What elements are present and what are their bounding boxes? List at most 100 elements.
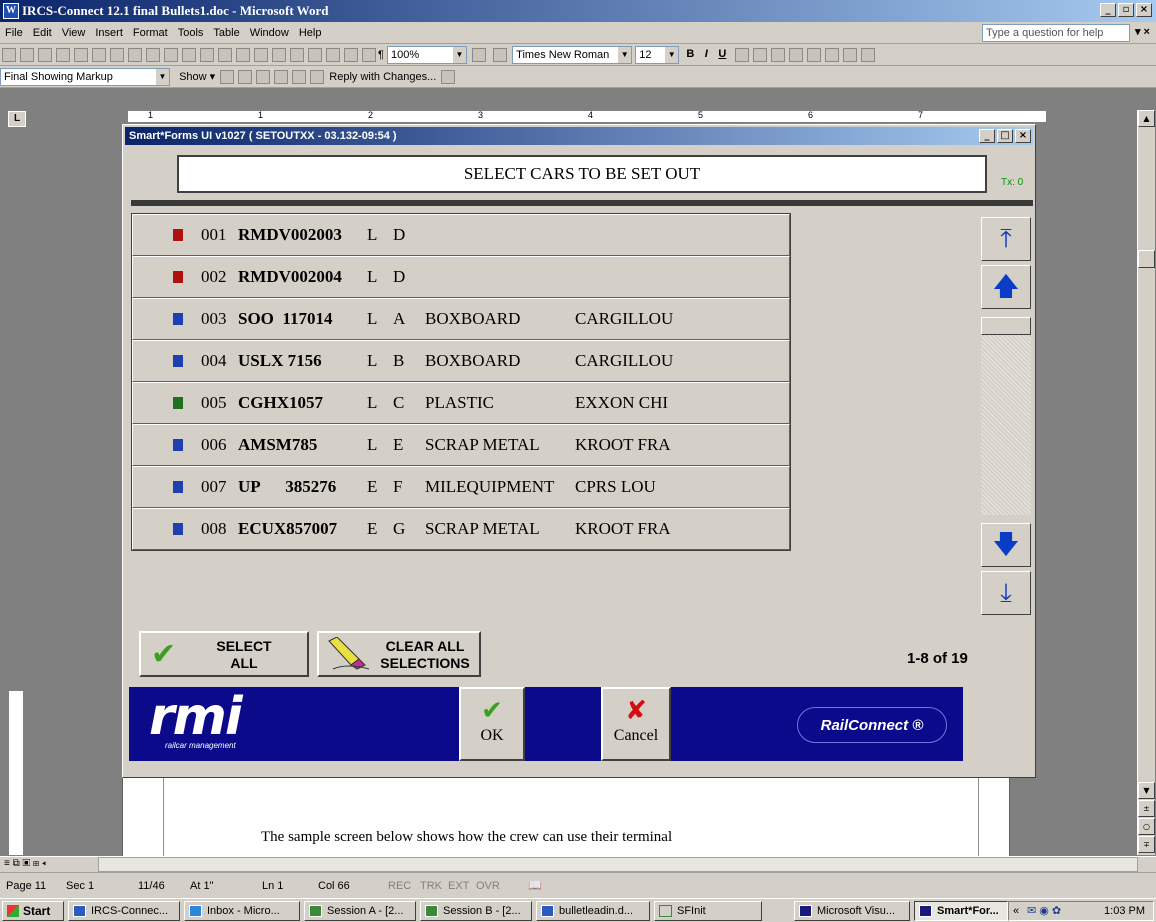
menu-format[interactable]: Format	[128, 22, 173, 41]
spelling-icon[interactable]	[128, 48, 142, 62]
start-button[interactable]: Start	[2, 901, 64, 921]
car-row[interactable]: 007 UP 385276 E F MILEQUIPMENT CPRS LOU	[132, 466, 790, 508]
print-icon[interactable]	[92, 48, 106, 62]
font-color-icon[interactable]	[861, 48, 876, 62]
list-scroll-thumb[interactable]	[981, 317, 1031, 335]
previous-page-icon[interactable]: ±	[1138, 800, 1155, 817]
copy-icon[interactable]	[164, 48, 178, 62]
task-sfinit[interactable]: SFInit	[654, 901, 762, 921]
preview-icon[interactable]	[110, 48, 124, 62]
spelling-status-icon[interactable]: 📖	[528, 873, 542, 899]
task-ircs-connect[interactable]: IRCS-Connec...	[68, 901, 180, 921]
italic-button[interactable]: I	[698, 48, 714, 60]
cancel-button[interactable]: ✘ Cancel	[601, 687, 671, 761]
restore-button[interactable]: ▫	[1118, 3, 1134, 17]
bold-button[interactable]: B	[682, 48, 698, 60]
scroll-up-icon[interactable]: ▲	[1138, 110, 1155, 127]
task-bulletleadin[interactable]: bulletleadin.d...	[536, 901, 650, 921]
reply-with-changes-button[interactable]: Reply with Changes...	[329, 70, 436, 84]
menu-table[interactable]: Table	[208, 22, 244, 41]
task-inbox[interactable]: Inbox - Micro...	[184, 901, 300, 921]
markup-mode-select[interactable]: Final Showing Markup ▼	[0, 68, 170, 86]
scroll-thumb[interactable]	[1138, 250, 1155, 268]
word-app-icon[interactable]: W	[3, 3, 19, 19]
list-scroll-track[interactable]	[981, 317, 1031, 515]
permission-icon[interactable]	[56, 48, 70, 62]
docmap-icon[interactable]	[362, 48, 376, 62]
new-comment-icon[interactable]	[292, 70, 307, 84]
view-mode-icons[interactable]: ≡ ⧉ ▣ ⊞ ◂	[4, 858, 46, 869]
car-row[interactable]: 001 RMDV002003 L D	[132, 214, 790, 256]
excel-icon[interactable]	[308, 48, 322, 62]
select-all-button[interactable]: ✔ SELECT ALL	[139, 631, 309, 677]
hyperlink-icon[interactable]	[254, 48, 268, 62]
font-size-select[interactable]: 12 ▼	[635, 46, 680, 64]
table-icon[interactable]	[272, 48, 286, 62]
underline-button[interactable]: U	[714, 48, 730, 60]
numbering-icon[interactable]	[771, 48, 786, 62]
tray-icons[interactable]: ✉ ◉ ✿	[1027, 902, 1061, 920]
accept-change-icon[interactable]	[256, 70, 271, 84]
align-center-icon[interactable]	[753, 48, 768, 62]
menu-tools[interactable]: Tools	[173, 22, 209, 41]
clear-all-selections-button[interactable]: CLEAR ALL SELECTIONS	[317, 631, 481, 677]
new-icon[interactable]	[2, 48, 16, 62]
scroll-up-button[interactable]: 🡅	[981, 265, 1031, 309]
horizontal-ruler[interactable]: 1 1 2 3 4 5 6 7	[128, 110, 1046, 122]
status-rec[interactable]: REC	[388, 873, 411, 899]
status-ext[interactable]: EXT	[448, 873, 469, 899]
task-session-b[interactable]: Session B - [2...	[420, 901, 532, 921]
email-icon[interactable]	[74, 48, 88, 62]
browse-object-icon[interactable]: ○	[1138, 818, 1155, 835]
document-text[interactable]: The sample screen below shows how the cr…	[261, 829, 672, 846]
pilcrow-icon[interactable]: ¶	[378, 48, 384, 62]
car-row[interactable]: 004 USLX 7156 L B BOXBOARD CARGILLOU	[132, 340, 790, 382]
dialog-maximize-button[interactable]: □	[997, 129, 1013, 143]
menu-edit[interactable]: Edit	[28, 22, 57, 41]
drawing-icon[interactable]	[344, 48, 358, 62]
dialog-minimize-button[interactable]: _	[979, 129, 995, 143]
open-icon[interactable]	[20, 48, 34, 62]
task-microsoft-visual[interactable]: Microsoft Visu...	[794, 901, 910, 921]
reviewing-pane-icon[interactable]	[441, 70, 456, 84]
previous-change-icon[interactable]	[220, 70, 235, 84]
scroll-down-icon[interactable]: ▼	[1138, 782, 1155, 799]
font-select[interactable]: Times New Roman ▼	[512, 46, 633, 64]
horizontal-scrollbar[interactable]	[98, 857, 1138, 872]
outdent-icon[interactable]	[807, 48, 822, 62]
undo-icon[interactable]	[218, 48, 232, 62]
document-page[interactable]: The sample screen below shows how the cr…	[122, 776, 1010, 860]
status-ovr[interactable]: OVR	[476, 873, 500, 899]
zoom-select[interactable]: 100% ▼	[386, 46, 467, 64]
menu-view[interactable]: View	[57, 22, 91, 41]
show-menu-button[interactable]: Show ▾	[179, 70, 215, 84]
menu-insert[interactable]: Insert	[90, 22, 128, 41]
next-page-icon[interactable]: ∓	[1138, 836, 1155, 853]
close-button[interactable]: ×	[1136, 3, 1152, 17]
task-smartforms[interactable]: Smart*For...	[914, 901, 1008, 921]
help-search-input[interactable]: Type a question for help	[982, 24, 1130, 42]
reject-change-icon[interactable]	[274, 70, 289, 84]
align-left-icon[interactable]	[735, 48, 750, 62]
scroll-top-button[interactable]: ⤒	[981, 217, 1031, 261]
save-icon[interactable]	[38, 48, 52, 62]
status-trk[interactable]: TRK	[420, 873, 442, 899]
dialog-close-button[interactable]: ×	[1015, 129, 1031, 143]
tab-selector[interactable]: L	[8, 111, 26, 127]
cut-icon[interactable]	[146, 48, 160, 62]
scroll-down-button[interactable]: 🡇	[981, 523, 1031, 567]
columns-icon[interactable]	[326, 48, 340, 62]
indent-icon[interactable]	[825, 48, 840, 62]
car-row[interactable]: 003 SOO 117014 L A BOXBOARD CARGILLOU	[132, 298, 790, 340]
task-session-a[interactable]: Session A - [2...	[304, 901, 416, 921]
scroll-bottom-button[interactable]: ⤓	[981, 571, 1031, 615]
car-row[interactable]: 005 CGHX1057 L C PLASTIC EXXON CHI	[132, 382, 790, 424]
insert-table-icon[interactable]	[290, 48, 304, 62]
border-icon[interactable]	[843, 48, 858, 62]
paste-icon[interactable]	[182, 48, 196, 62]
menu-window[interactable]: Window	[245, 22, 294, 41]
car-row[interactable]: 006 AMSM785 L E SCRAP METAL KROOT FRA	[132, 424, 790, 466]
doc-close-icon[interactable]: ▾ ×	[1135, 25, 1150, 38]
format-painter-icon[interactable]	[200, 48, 214, 62]
car-row[interactable]: 002 RMDV002004 L D	[132, 256, 790, 298]
